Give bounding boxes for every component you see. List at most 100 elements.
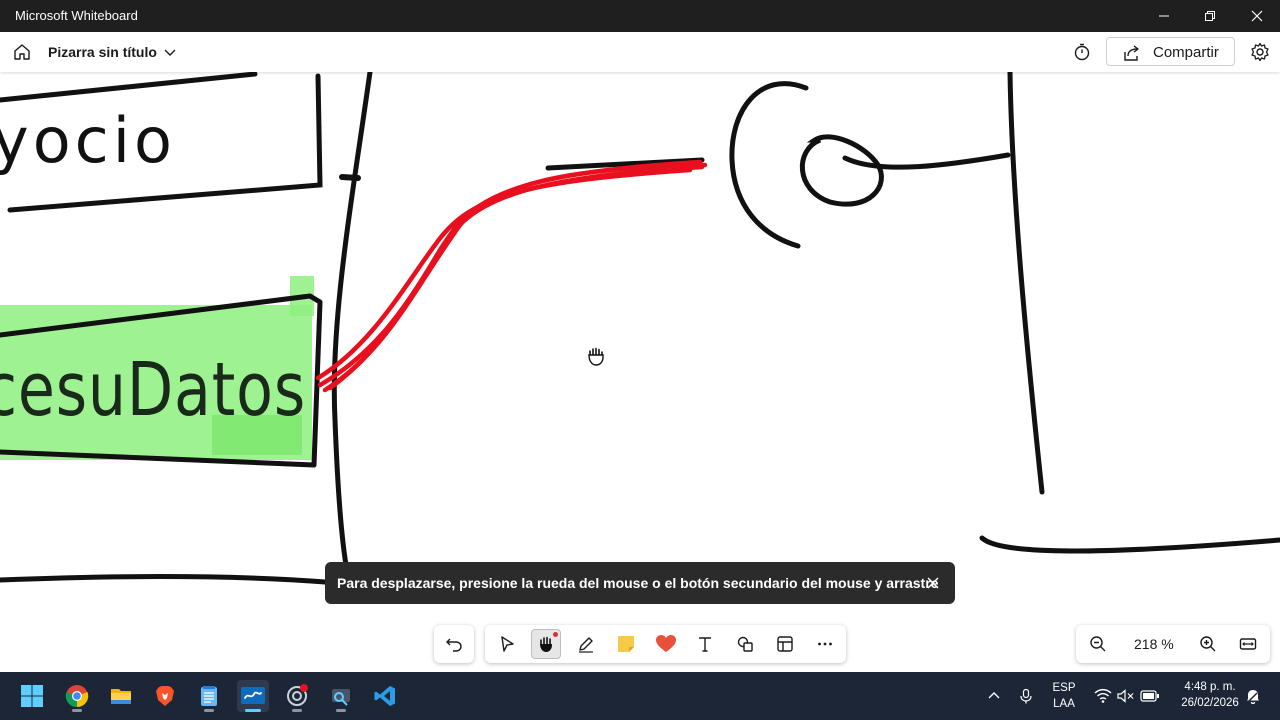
zoom-out-icon <box>1090 636 1106 652</box>
fit-screen-icon <box>1239 638 1257 650</box>
undo-group <box>434 625 474 663</box>
heart-icon <box>656 635 676 652</box>
shapes-tool[interactable] <box>730 629 760 659</box>
ink-vertical-right <box>1007 72 1045 495</box>
taskbar: ESP LAA 4:48 p. m. 26/02/2026 <box>0 672 1280 720</box>
file-explorer-icon <box>111 689 131 704</box>
timer-button[interactable] <box>1068 38 1096 66</box>
ink-text-middle: cesuDatos <box>0 347 306 433</box>
taskbar-vscode[interactable] <box>369 680 401 712</box>
pen-tool[interactable] <box>571 629 601 659</box>
hand-icon <box>540 636 552 652</box>
chevron-up-icon <box>988 692 1000 699</box>
more-tools-button[interactable] <box>810 629 840 659</box>
text-tool[interactable] <box>690 629 720 659</box>
ink-text-top: yocio <box>0 104 176 177</box>
sticky-note-icon <box>618 636 634 652</box>
tools-toolbar <box>485 625 846 663</box>
notification-bell-icon <box>1247 690 1259 704</box>
minimize-icon <box>1159 15 1169 17</box>
brave-icon <box>156 686 174 706</box>
ink-bottom-left <box>0 574 328 585</box>
tray-microphone[interactable] <box>1010 680 1042 712</box>
ink-vertical-left <box>331 72 373 568</box>
clock-date[interactable]: 26/02/2026 <box>1170 697 1250 709</box>
hand-tool[interactable] <box>531 629 561 659</box>
zoom-in-button[interactable] <box>1193 629 1223 659</box>
home-icon <box>14 44 30 60</box>
chrome-icon <box>65 685 89 708</box>
start-button[interactable] <box>16 680 48 712</box>
gear-icon <box>1251 42 1269 62</box>
restore-icon <box>1205 11 1215 21</box>
home-button[interactable] <box>8 38 36 66</box>
sticky-note-tool[interactable] <box>611 629 641 659</box>
taskbar-snipping-tool[interactable] <box>325 680 357 712</box>
select-tool[interactable] <box>492 629 522 659</box>
close-icon <box>1251 10 1263 22</box>
close-icon <box>927 577 939 589</box>
taskbar-whiteboard[interactable] <box>237 680 269 712</box>
whiteboard-icon <box>241 687 265 704</box>
pen-icon <box>579 637 593 653</box>
toast-close-button[interactable] <box>921 571 945 595</box>
fit-to-screen-button[interactable] <box>1233 629 1263 659</box>
share-icon <box>1124 45 1139 61</box>
zoom-out-button[interactable] <box>1083 629 1113 659</box>
close-window-button[interactable] <box>1234 0 1280 32</box>
quick-settings-button[interactable] <box>1090 686 1160 706</box>
ink-red-connector <box>315 159 708 393</box>
taskbar-file-explorer[interactable] <box>105 680 137 712</box>
running-indicator <box>292 709 302 712</box>
share-button[interactable]: Compartir <box>1106 37 1235 66</box>
timer-icon <box>1074 43 1090 61</box>
running-indicator <box>204 709 214 712</box>
volume-muted-icon <box>1117 689 1134 703</box>
hand-grab-icon <box>588 347 604 366</box>
ink-circle <box>799 134 884 207</box>
scroll-hint-toast: Para desplazarse, presione la rueda del … <box>325 562 955 604</box>
board-title[interactable]: Pizarra sin título <box>48 44 157 60</box>
windows-start-icon <box>21 685 43 707</box>
toast-message: Para desplazarse, presione la rueda del … <box>337 575 939 591</box>
app-icon <box>287 684 308 706</box>
taskbar-app[interactable] <box>281 680 313 712</box>
undo-button[interactable] <box>439 629 469 659</box>
settings-button[interactable] <box>1246 38 1274 66</box>
templates-tool[interactable] <box>770 629 800 659</box>
notifications-button[interactable] <box>1240 680 1266 712</box>
title-bar: Microsoft Whiteboard <box>0 0 1280 32</box>
taskbar-brave[interactable] <box>149 680 181 712</box>
active-indicator <box>245 709 261 712</box>
tray-overflow-button[interactable] <box>978 680 1010 712</box>
undo-icon <box>446 638 462 652</box>
clock-time[interactable]: 4:48 p. m. <box>1170 681 1250 693</box>
snipping-tool-icon <box>332 689 350 706</box>
taskbar-chrome[interactable] <box>61 680 93 712</box>
battery-icon <box>1140 690 1159 702</box>
ink-bottom-right <box>979 535 1280 554</box>
notepad-icon <box>201 686 217 706</box>
restore-button[interactable] <box>1187 0 1233 32</box>
reaction-tool[interactable] <box>651 629 681 659</box>
active-dot <box>553 632 558 637</box>
ink-arc <box>729 81 809 249</box>
running-indicator <box>336 709 346 712</box>
select-icon <box>501 636 514 652</box>
chevron-down-icon[interactable] <box>162 44 178 60</box>
keyboard-layout[interactable]: LAA <box>1050 698 1078 710</box>
vscode-icon <box>374 686 395 706</box>
microphone-icon <box>1020 688 1032 704</box>
taskbar-notepad[interactable] <box>193 680 225 712</box>
zoom-in-icon <box>1200 636 1216 652</box>
shapes-icon <box>737 636 753 652</box>
running-indicator <box>72 709 82 712</box>
text-icon <box>699 637 711 652</box>
window-title: Microsoft Whiteboard <box>15 8 138 23</box>
app-bar: Pizarra sin título Compartir <box>0 32 1280 72</box>
minimize-button[interactable] <box>1141 0 1187 32</box>
language-code[interactable]: ESP <box>1050 682 1078 694</box>
templates-icon <box>777 636 793 652</box>
share-label: Compartir <box>1153 44 1219 61</box>
zoom-level[interactable]: 218 % <box>1134 636 1174 652</box>
